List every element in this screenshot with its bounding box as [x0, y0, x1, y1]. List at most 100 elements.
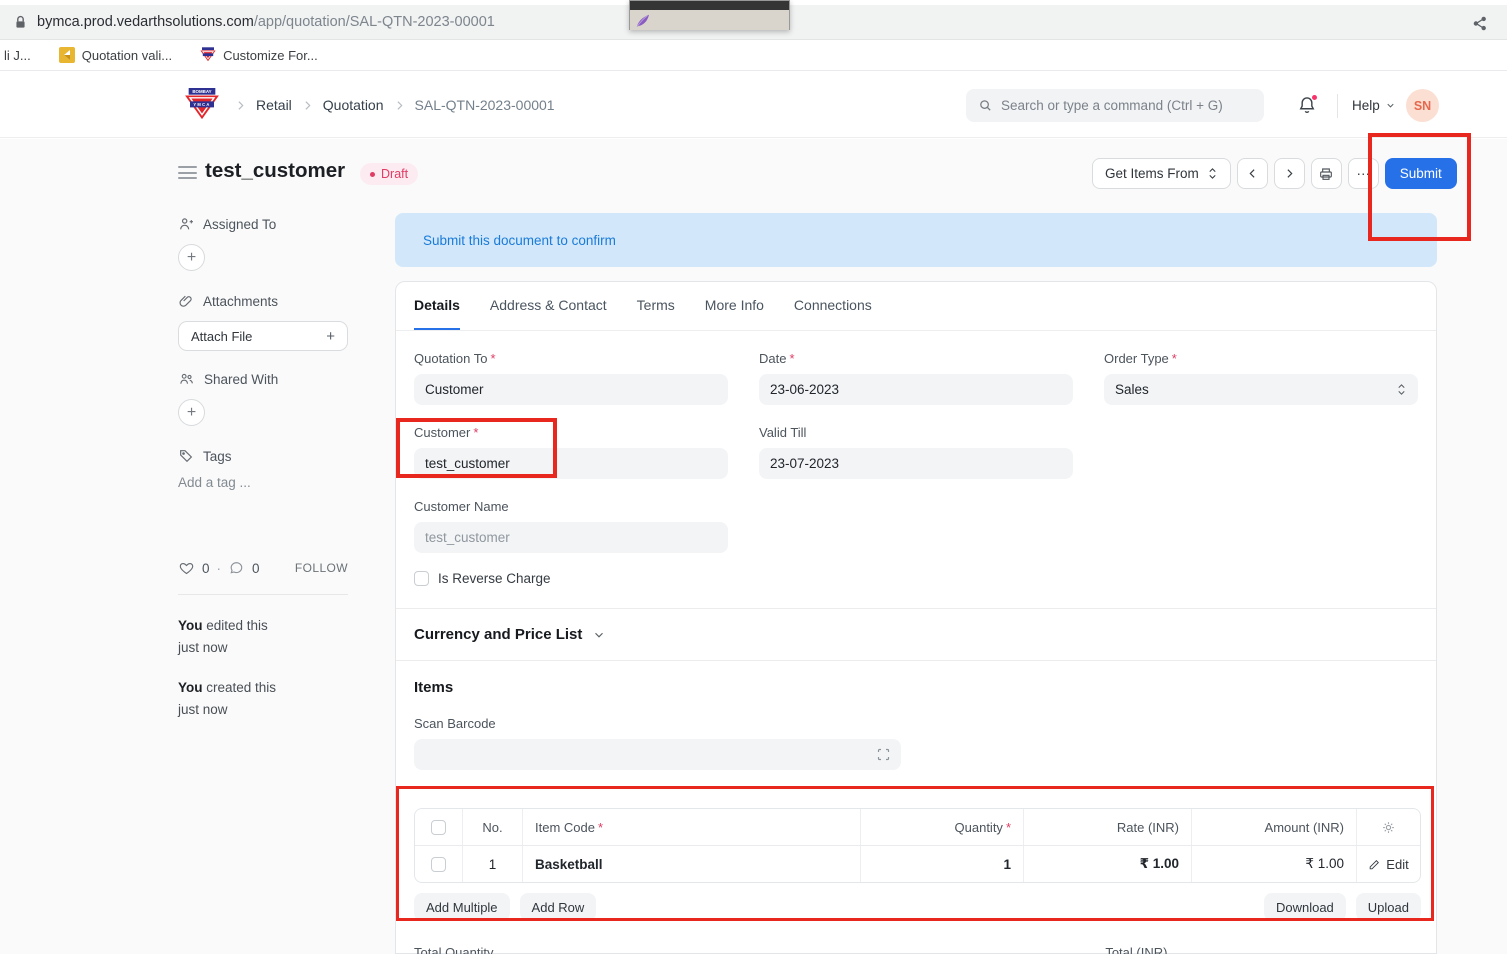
tags-section: Tags — [178, 448, 348, 464]
items-table: No. Item Code* Quantity* Rate (INR) Amou… — [414, 808, 1421, 883]
activity-time: just now — [178, 637, 348, 659]
customer-input[interactable]: test_customer — [414, 448, 728, 479]
share-icon[interactable] — [1469, 12, 1491, 34]
chevron-left-icon — [1246, 167, 1259, 180]
gear-icon — [1381, 820, 1396, 835]
order-type-field: Order Type* Sales — [1104, 351, 1418, 405]
scan-barcode-input[interactable] — [414, 739, 901, 770]
valid-till-input[interactable]: 23-07-2023 — [759, 448, 1073, 479]
url-path: /app/quotation/SAL-QTN-2023-00001 — [254, 14, 495, 30]
sidebar-toggle-icon[interactable] — [178, 166, 197, 179]
heart-icon[interactable] — [178, 560, 195, 576]
tab-terms[interactable]: Terms — [637, 282, 675, 330]
cell-rate[interactable]: ₹ 1.00 — [1024, 846, 1192, 882]
bookmarks-bar: li J... Quotation vali... Customize For.… — [0, 40, 1507, 71]
items-table-row[interactable]: 1 Basketball 1 ₹ 1.00 ₹ 1.00 Edit — [415, 846, 1420, 882]
customer-name-field: Customer Name test_customer — [414, 499, 728, 553]
cell-amount[interactable]: ₹ 1.00 — [1192, 846, 1357, 882]
feather-pen-icon[interactable] — [634, 11, 652, 29]
table-settings-button[interactable] — [1357, 809, 1420, 845]
currency-price-list-section[interactable]: Currency and Price List — [396, 609, 1436, 661]
submit-button[interactable]: Submit — [1385, 158, 1457, 189]
customer-name-input[interactable]: test_customer — [414, 522, 728, 553]
annotation-toolbar-overlay — [629, 0, 790, 30]
date-input[interactable]: 23-06-2023 — [759, 374, 1073, 405]
is-reverse-charge-checkbox[interactable] — [414, 571, 429, 586]
add-tag-input[interactable]: Add a tag ... — [178, 475, 348, 490]
updown-icon — [1396, 383, 1407, 396]
app-header — [0, 71, 1507, 138]
url-text[interactable]: bymca.prod.vedarthsolutions.com/app/quot… — [37, 14, 495, 30]
select-all-checkbox[interactable] — [431, 820, 446, 835]
col-quantity: Quantity* — [861, 809, 1024, 845]
add-share-button[interactable]: + — [178, 399, 205, 426]
col-amount: Amount (INR) — [1192, 809, 1357, 845]
more-menu-button[interactable]: ··· — [1348, 158, 1379, 189]
attach-file-button[interactable]: Attach File + — [178, 321, 348, 351]
plus-icon: + — [326, 328, 335, 345]
upload-button[interactable]: Upload — [1356, 893, 1421, 921]
page-title: test_customer — [205, 159, 345, 183]
notifications-bell-icon[interactable] — [1297, 95, 1319, 117]
search-input[interactable] — [1001, 98, 1252, 113]
bookmark-item[interactable]: Customize For... — [200, 47, 318, 63]
breadcrumb-current: SAL-QTN-2023-00001 — [415, 97, 555, 113]
col-item-code: Item Code* — [523, 809, 861, 845]
print-button[interactable] — [1311, 158, 1342, 189]
total-inr-label: Total (INR) — [1105, 945, 1420, 954]
row-checkbox[interactable] — [431, 857, 446, 872]
paperclip-icon — [178, 293, 194, 309]
follow-button[interactable]: FOLLOW — [295, 561, 348, 575]
comment-count[interactable]: 0 — [252, 561, 260, 576]
chevron-right-icon — [234, 99, 247, 112]
prev-button[interactable] — [1237, 158, 1268, 189]
add-row-button[interactable]: Add Row — [520, 893, 597, 921]
tab-connections[interactable]: Connections — [794, 282, 872, 330]
breadcrumb-retail[interactable]: Retail — [256, 97, 292, 113]
updown-icon — [1207, 167, 1218, 180]
notification-dot — [1311, 94, 1318, 101]
quotation-to-input[interactable]: Customer — [414, 374, 728, 405]
items-table-footer: Add Multiple Add Row Download Upload — [414, 893, 1421, 921]
activity-time: just now — [178, 699, 348, 721]
get-items-from-button[interactable]: Get Items From — [1092, 158, 1231, 189]
add-assignment-button[interactable]: + — [178, 244, 205, 271]
col-no: No. — [463, 809, 523, 845]
scan-icon — [876, 747, 891, 762]
cell-quantity[interactable]: 1 — [861, 846, 1024, 882]
shared-with-section: Shared With — [178, 371, 348, 387]
page-actions: Get Items From ··· Submit — [1092, 158, 1457, 189]
download-button[interactable]: Download — [1264, 893, 1346, 921]
bookmark-item[interactable]: Quotation vali... — [59, 47, 172, 63]
user-avatar[interactable]: SN — [1406, 89, 1439, 122]
items-section: Items Scan Barcode No. Item Code* Quanti… — [396, 661, 1436, 954]
row-edit-button[interactable]: Edit — [1368, 857, 1408, 872]
attachments-section: Attachments — [178, 293, 348, 309]
next-button[interactable] — [1274, 158, 1305, 189]
add-multiple-button[interactable]: Add Multiple — [414, 893, 510, 921]
printer-icon — [1318, 166, 1334, 182]
bookmark-item[interactable]: li J... — [4, 48, 31, 63]
tag-icon — [178, 448, 194, 464]
chevron-right-icon — [1283, 167, 1296, 180]
activity-entry: You edited this just now — [178, 615, 348, 660]
tab-more-info[interactable]: More Info — [705, 282, 764, 330]
is-reverse-charge-row: Is Reverse Charge — [414, 571, 1418, 586]
items-heading: Items — [414, 679, 1418, 696]
tab-details[interactable]: Details — [414, 282, 460, 330]
tab-address-contact[interactable]: Address & Contact — [490, 282, 607, 330]
help-menu[interactable]: Help — [1352, 98, 1396, 113]
url-host: bymca.prod.vedarthsolutions.com — [37, 14, 254, 30]
totals-row: Total Quantity Total (INR) — [414, 945, 1420, 954]
chevron-down-icon — [592, 628, 606, 642]
document-sidebar: Assigned To + Attachments Attach File + … — [178, 216, 348, 738]
cell-no: 1 — [463, 846, 523, 882]
order-type-select[interactable]: Sales — [1104, 374, 1418, 405]
breadcrumb-quotation[interactable]: Quotation — [323, 97, 384, 113]
cell-item-code[interactable]: Basketball — [523, 846, 861, 882]
global-search[interactable] — [966, 89, 1264, 122]
ymca-logo[interactable]: BOMBAY YMCA — [184, 88, 220, 120]
comment-icon[interactable] — [228, 560, 245, 576]
like-count[interactable]: 0 — [202, 561, 210, 576]
header-divider — [1337, 94, 1338, 118]
